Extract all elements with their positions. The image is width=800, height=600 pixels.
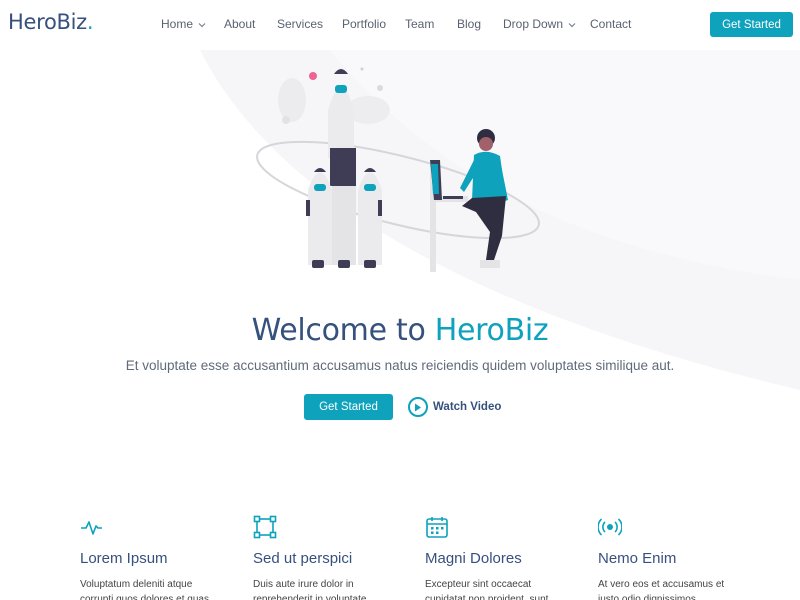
hero-illustration <box>256 67 540 272</box>
feature-card: Nemo Enim At vero eos et accusamus et iu… <box>597 515 758 600</box>
chevron-down-icon <box>568 22 576 27</box>
nav-portfolio[interactable]: Portfolio <box>342 17 386 31</box>
feature-title: Magni Dolores <box>425 550 522 567</box>
feature-card: Sed ut perspici Duis aute irure dolor in… <box>253 515 413 600</box>
nav-team-label: Team <box>405 17 435 31</box>
nav-services-label: Services <box>277 17 324 31</box>
watch-video-button[interactable]: Watch Video <box>408 396 501 418</box>
calendar-icon <box>426 517 448 538</box>
play-icon <box>408 397 428 417</box>
feature-text: Duis aute irure dolor in reprehenderit i… <box>253 579 367 600</box>
feature-card: Lorem Ipsum Voluptatum deleniti atque co… <box>80 515 240 600</box>
nav-contact[interactable]: Contact <box>590 17 631 31</box>
nav-dropdown[interactable]: Drop Down <box>503 17 576 31</box>
hero-get-started-button[interactable]: Get Started <box>304 394 393 420</box>
watch-video-label: Watch Video <box>433 401 502 413</box>
header-get-started-button[interactable]: Get Started <box>710 12 793 37</box>
activity-icon <box>81 521 102 535</box>
nav-about-label: About <box>224 17 256 31</box>
feature-title: Nemo Enim <box>598 550 677 567</box>
nav-blog-label: Blog <box>457 17 482 31</box>
nav-portfolio-label: Portfolio <box>342 17 387 31</box>
feature-text: Excepteur sint occaecat cupidatat non pr… <box>425 579 549 600</box>
feature-text: Voluptatum deleniti atque corrupti quos … <box>80 579 209 600</box>
nav-team[interactable]: Team <box>405 17 434 31</box>
feature-title: Sed ut perspici <box>253 550 353 567</box>
bounding-box-icon <box>253 515 277 539</box>
nav-contact-label: Contact <box>590 17 632 31</box>
chevron-down-icon <box>198 22 206 27</box>
feature-text: At vero eos et accusamus et iusto odio d… <box>598 579 725 600</box>
hero-subtitle: Et voluptate esse accusantium accusamus … <box>125 358 675 373</box>
site-header: HeroBiz. Home About Services Portfolio T… <box>0 0 800 50</box>
broadcast-icon <box>597 518 623 536</box>
nav-blog[interactable]: Blog <box>457 17 481 31</box>
nav-home-label: Home <box>161 17 194 31</box>
feature-card: Magni Dolores Excepteur sint occaecat cu… <box>425 515 585 600</box>
nav-home[interactable]: Home <box>161 17 206 31</box>
nav-about[interactable]: About <box>224 17 255 31</box>
hero-title: Welcome to HeroBiz <box>251 313 549 348</box>
nav-services[interactable]: Services <box>277 17 323 31</box>
feature-title: Lorem Ipsum <box>80 550 168 567</box>
logo[interactable]: HeroBiz. <box>8 10 94 34</box>
nav-dropdown-label: Drop Down <box>503 17 564 31</box>
